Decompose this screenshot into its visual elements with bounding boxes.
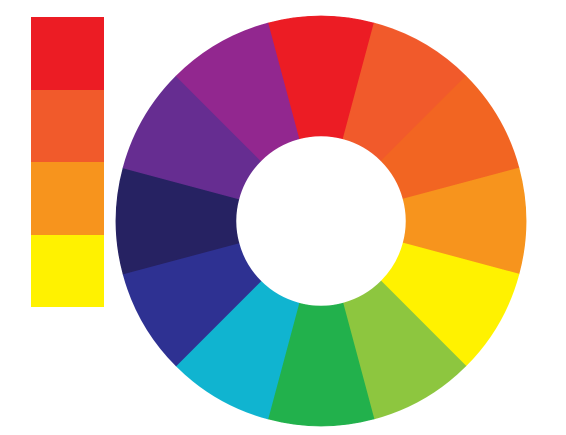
color-wheel	[115, 15, 527, 427]
